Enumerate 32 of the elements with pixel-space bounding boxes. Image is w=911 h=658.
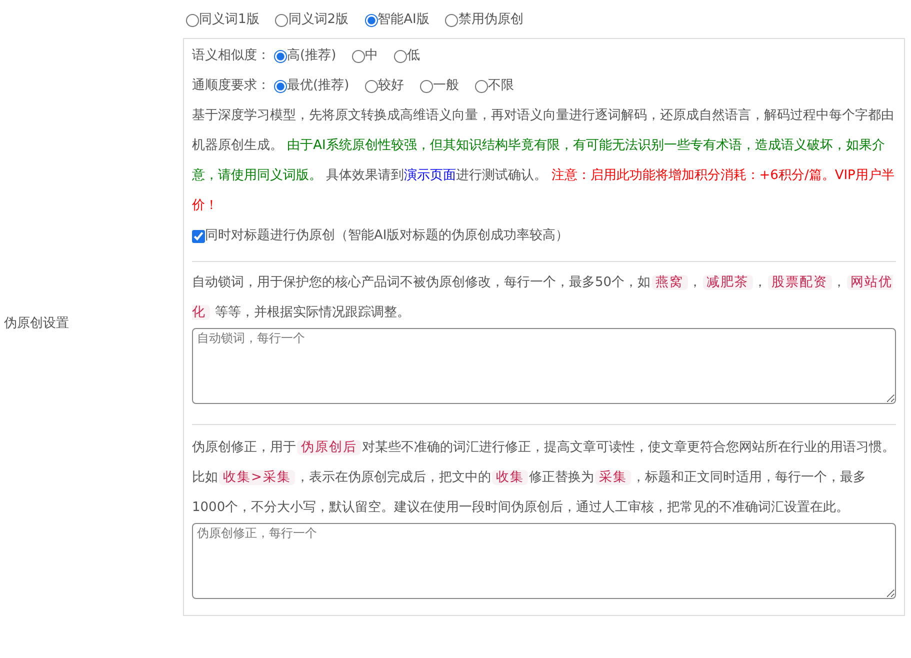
lock-words-field[interactable]: 自动锁词，每行一个 xyxy=(192,328,896,404)
option-label: 语义相似度： xyxy=(192,47,270,66)
radio-label: 同义词2版 xyxy=(288,11,349,30)
radio-label: 同义词1版 xyxy=(199,11,260,30)
radio-label: 较好 xyxy=(378,77,404,96)
radio-button[interactable] xyxy=(275,14,288,26)
radio-button[interactable] xyxy=(394,50,408,62)
description-paragraph: 自动锁词，用于保护您的核心产品词不被伪原创修改，每行一个，最多50个，如 燕窝 ， 减肥茶 ， 股票配资 ， 网站优化 等等，并根据实际情况跟踪调整。 xyxy=(192,274,894,322)
radio-label: 低 xyxy=(407,47,420,66)
description-paragraph: 伪原创修正，用于 伪原创后 对某些不准确的词汇进行修正，提高文章可读性，使文章更符合您网站所在行业的用语习惯。比如 收集>采集 ，表示在伪原创完成后，把文中的 收集 修正替换为 采集 ，标题和正文同时适用，每行一个，最多1000个，不分大小写，默认留空。建议在使用一段时间伪原创后，通过人工审核，把常见的不准确词汇设置在此。 xyxy=(192,439,896,517)
radio-label: 最优(推荐) xyxy=(287,77,350,96)
radio-button[interactable] xyxy=(475,80,488,92)
radio-label: 不限 xyxy=(488,77,514,96)
description-paragraph: 基于深度学习模型，先将原文转换成高维语义向量，再对语义向量进行逐词解码，还原成自然语言，解码过程中每个字都由机器原创生成。 由于AI系统原创性较强，但其知识结构毕竟有限，有可能无法识别一些专有术语，造成语义破坏，如果介意，请使用同义词版。 具体效果请到演示页面进行测试确认。 注意：启用此功能将增加积分消耗：+6积分/篇。VIP用户半价！ xyxy=(192,107,896,215)
radio-button[interactable] xyxy=(352,50,366,62)
option-label: 通顺度要求： xyxy=(192,77,270,96)
radio-label: 智能AI版 xyxy=(378,11,430,30)
radio-button[interactable] xyxy=(364,14,378,26)
radio-button[interactable] xyxy=(274,80,287,92)
correction-field[interactable]: 伪原创修正，每行一个 xyxy=(192,523,896,599)
radio-button[interactable] xyxy=(365,80,378,92)
radio-label: 高(推荐) xyxy=(287,47,336,66)
radio-label: 禁用伪原创 xyxy=(458,11,524,30)
radio-label: 一般 xyxy=(433,77,460,96)
checkbox-label: 同时对标题进行伪原创（智能AI版对标题的伪原创成功率较高） xyxy=(205,227,569,246)
radio-button[interactable] xyxy=(186,14,199,26)
radio-button[interactable] xyxy=(420,80,434,92)
checkbox[interactable] xyxy=(192,230,205,242)
radio-button[interactable] xyxy=(445,14,458,26)
radio-label: 中 xyxy=(365,47,378,66)
radio-button[interactable] xyxy=(274,50,287,62)
section-label: 伪原创设置 xyxy=(4,315,69,334)
